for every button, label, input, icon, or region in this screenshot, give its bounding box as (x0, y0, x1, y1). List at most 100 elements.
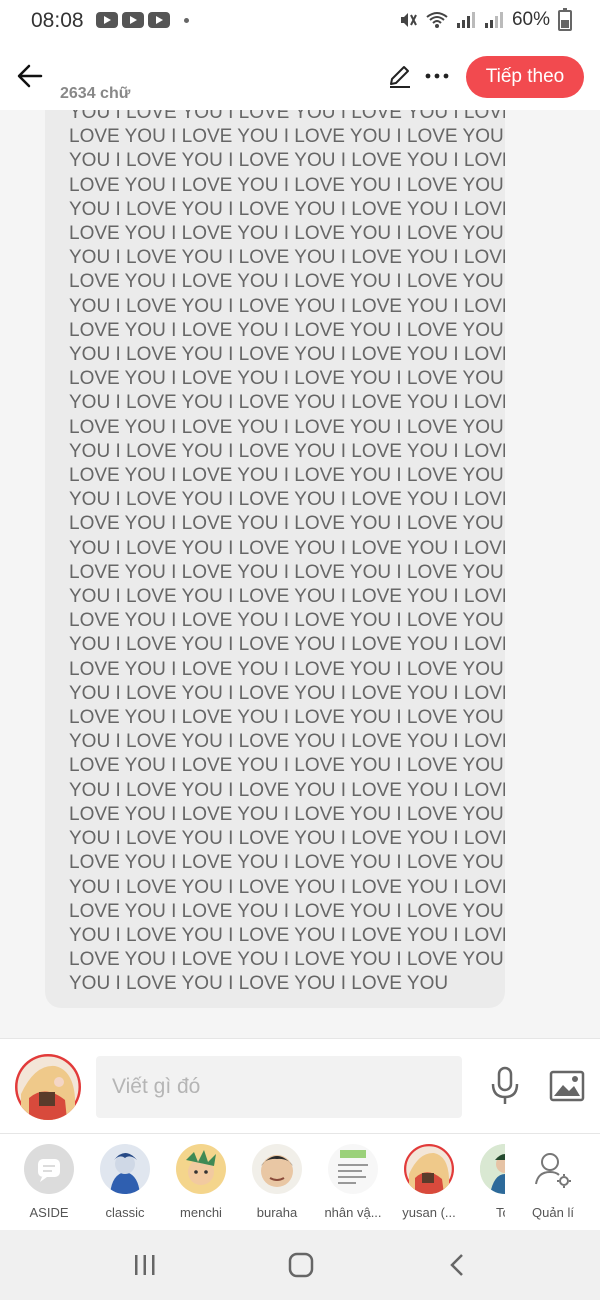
battery-icon (558, 7, 572, 31)
buraha-avatar (252, 1144, 302, 1194)
character-tor[interactable]: Tor (467, 1144, 505, 1220)
wifi-icon (426, 12, 448, 28)
next-button[interactable]: Tiếp theo (466, 56, 584, 98)
editor-header: 2634 chữ Tiếp theo (0, 44, 600, 110)
character-name: yusan (... (402, 1205, 456, 1220)
text-line: LOVE YOU I LOVE YOU I LOVE YOU I LOVE YO… (69, 271, 505, 293)
home-button[interactable] (281, 1248, 321, 1282)
text-line: LOVE YOU I LOVE YOU I LOVE YOU I LOVE YO… (69, 465, 505, 487)
character-yusan[interactable]: yusan (... (391, 1144, 467, 1220)
text-line: LOVE YOU I LOVE YOU I LOVE YOU I LOVE YO… (69, 610, 505, 632)
text-line: LOVE YOU I LOVE YOU I LOVE YOU I LOVE YO… (69, 561, 505, 583)
current-character-avatar[interactable] (15, 1054, 81, 1120)
character-name: menchi (180, 1205, 222, 1220)
mute-icon (400, 13, 417, 27)
chevron-left-icon (450, 1254, 463, 1276)
text-line: YOU I LOVE YOU I LOVE YOU I LOVE YOU I L… (69, 150, 505, 172)
text-line: LOVE YOU I LOVE YOU I LOVE YOU I LOVE YO… (69, 803, 505, 825)
home-icon (288, 1252, 314, 1278)
text-line: YOU I LOVE YOU I LOVE YOU I LOVE YOU I L… (69, 489, 505, 511)
character-name: buraha (256, 1205, 298, 1220)
content-area[interactable]: YOU I LOVE YOU I LOVE YOU I LOVE YOU I L… (0, 110, 600, 1038)
signal-icon (456, 12, 475, 28)
text-line: YOU I LOVE YOU I LOVE YOU I LOVE YOU I L… (69, 924, 505, 946)
text-line: YOU I LOVE YOU I LOVE YOU I LOVE YOU I L… (69, 682, 505, 704)
manage-characters-button[interactable]: Quản lí (520, 1144, 586, 1220)
aside-avatar (24, 1144, 74, 1194)
arrow-left-icon (17, 64, 43, 88)
text-line: YOU I LOVE YOU I LOVE YOU I LOVE YOU I L… (69, 344, 505, 366)
text-line: YOU I LOVE YOU I LOVE YOU I LOVE YOU I L… (69, 440, 505, 462)
text-line: YOU I LOVE YOU I LOVE YOU I LOVE YOU I L… (69, 586, 505, 608)
character-classic[interactable]: classic (87, 1144, 163, 1220)
message-input[interactable] (96, 1056, 462, 1118)
composer-bar (0, 1038, 600, 1134)
text-line: YOU I LOVE YOU I LOVE YOU I LOVE YOU I L… (69, 247, 505, 269)
character-buraha[interactable]: buraha (239, 1144, 315, 1220)
classic-avatar (100, 1144, 150, 1194)
text-line: LOVE YOU I LOVE YOU I LOVE YOU I LOVE YO… (69, 949, 505, 971)
voice-input-button[interactable] (489, 1066, 521, 1106)
text-line: LOVE YOU I LOVE YOU I LOVE YOU I LOVE YO… (69, 900, 505, 922)
avatar-illustration (15, 1054, 81, 1120)
manage-label: Quản lí (532, 1205, 574, 1220)
status-bar: 08:08 60% (0, 0, 600, 44)
character-aside[interactable]: ASIDE (11, 1144, 87, 1220)
text-line: LOVE YOU I LOVE YOU I LOVE YOU I LOVE YO… (69, 223, 505, 245)
status-time: 08:08 (31, 9, 84, 32)
recent-apps-icon (135, 1255, 155, 1275)
text-card[interactable]: YOU I LOVE YOU I LOVE YOU I LOVE YOU I L… (45, 110, 505, 1008)
manage-icon-wrap (528, 1144, 578, 1194)
character-name: classic (105, 1205, 145, 1220)
text-line: YOU I LOVE YOU I LOVE YOU I LOVE YOU I L… (69, 295, 505, 317)
back-button[interactable] (14, 60, 46, 92)
story-text[interactable]: YOU I LOVE YOU I LOVE YOU I LOVE YOU I L… (69, 110, 505, 997)
text-line: YOU I LOVE YOU I LOVE YOU I LOVE YOU I L… (69, 537, 505, 559)
text-line: YOU I LOVE YOU I LOVE YOU I LOVE YOU I L… (69, 392, 505, 414)
pencil-icon (390, 66, 410, 88)
character-name: nhân vậ... (324, 1205, 382, 1220)
text-line: LOVE YOU I LOVE YOU I LOVE YOU I LOVE YO… (69, 416, 505, 438)
notification-icons (96, 12, 189, 28)
text-line: LOVE YOU I LOVE YOU I LOVE YOU I LOVE YO… (69, 755, 505, 777)
text-line: YOU I LOVE YOU I LOVE YOU I LOVE YOU I L… (69, 198, 505, 220)
more-options-button[interactable] (423, 62, 451, 90)
edit-button[interactable] (386, 62, 414, 90)
battery-percent: 60% (511, 9, 550, 30)
yusan-avatar (404, 1144, 454, 1194)
nhan-vat-avatar (328, 1144, 378, 1194)
text-line: LOVE YOU I LOVE YOU I LOVE YOU I LOVE YO… (69, 126, 505, 148)
text-line: LOVE YOU I LOVE YOU I LOVE YOU I LOVE YO… (69, 174, 505, 196)
image-icon (549, 1070, 585, 1102)
text-line: LOVE YOU I LOVE YOU I LOVE YOU I LOVE YO… (69, 707, 505, 729)
chat-bubble-icon (38, 1159, 60, 1182)
text-line: YOU I LOVE YOU I LOVE YOU I LOVE YOU I L… (69, 876, 505, 898)
text-line: LOVE YOU I LOVE YOU I LOVE YOU I LOVE YO… (69, 658, 505, 680)
recent-apps-button[interactable] (125, 1248, 165, 1282)
text-line-last: YOU I LOVE YOU I LOVE YOU I LOVE YOU (69, 973, 449, 995)
character-name: ASIDE (29, 1205, 69, 1220)
user-gear-icon (535, 1153, 571, 1188)
youtube-notification-icon (122, 12, 144, 28)
word-count: 2634 chữ (60, 85, 131, 102)
text-line: YOU I LOVE YOU I LOVE YOU I LOVE YOU I L… (69, 731, 505, 753)
character-menchi[interactable]: menchi (163, 1144, 239, 1220)
insert-image-button[interactable] (549, 1070, 585, 1102)
menchi-avatar (176, 1144, 226, 1194)
system-nav-bar (0, 1230, 600, 1300)
text-line: LOVE YOU I LOVE YOU I LOVE YOU I LOVE YO… (69, 319, 505, 341)
back-nav-button[interactable] (437, 1248, 477, 1282)
text-line: LOVE YOU I LOVE YOU I LOVE YOU I LOVE YO… (69, 368, 505, 390)
character-nhan-vat[interactable]: nhân vậ... (315, 1144, 391, 1220)
microphone-icon (491, 1066, 519, 1104)
text-line: YOU I LOVE YOU I LOVE YOU I LOVE YOU I L… (69, 828, 505, 850)
more-dots-icon (425, 73, 449, 79)
character-list[interactable]: ASIDE classic menchi buraha nhân vậ... y… (0, 1134, 505, 1230)
youtube-notification-icon (96, 12, 118, 28)
character-name: Tor (495, 1205, 505, 1220)
text-line: YOU I LOVE YOU I LOVE YOU I LOVE YOU I L… (69, 634, 505, 656)
text-line: LOVE YOU I LOVE YOU I LOVE YOU I LOVE YO… (69, 513, 505, 535)
text-line: LOVE YOU I LOVE YOU I LOVE YOU I LOVE YO… (69, 852, 505, 874)
text-line: YOU I LOVE YOU I LOVE YOU I LOVE YOU I L… (69, 779, 505, 801)
system-status: 60% (398, 7, 572, 31)
